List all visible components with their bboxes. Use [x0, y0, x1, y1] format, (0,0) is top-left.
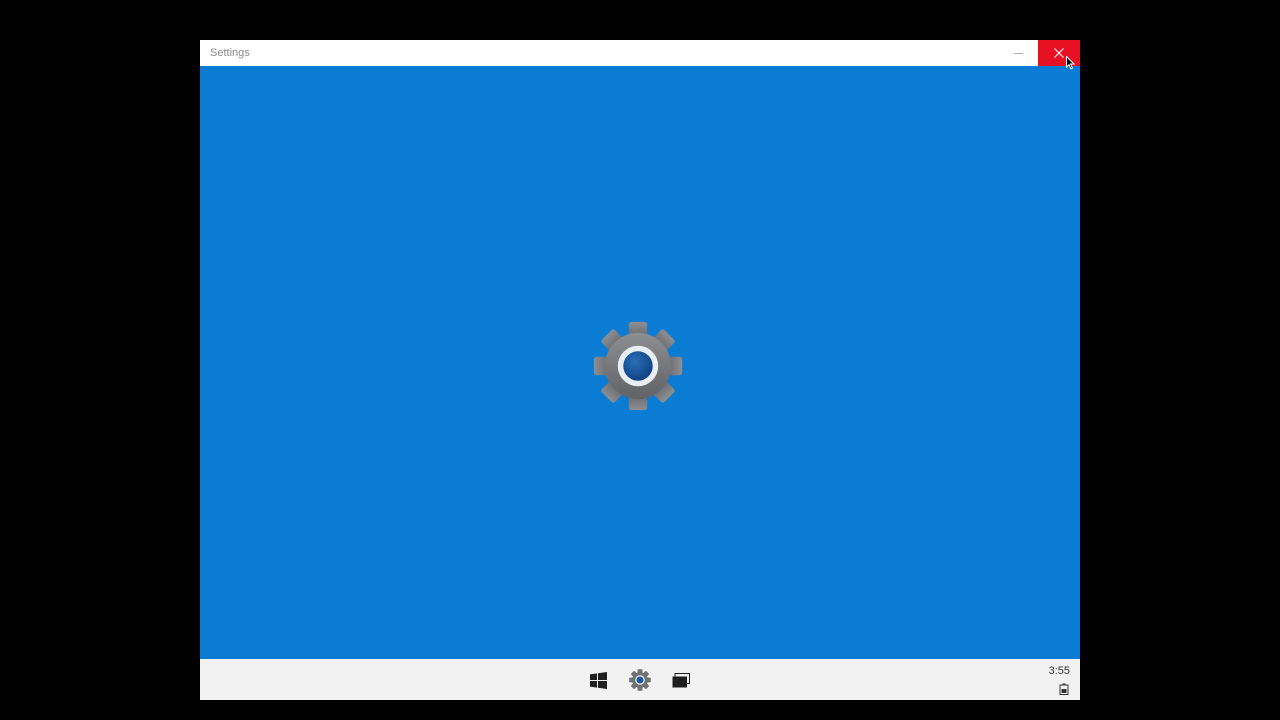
settings-taskbar-button[interactable]: [627, 667, 653, 693]
taskbar: 3:55: [200, 659, 1080, 700]
battery-icon[interactable]: [1059, 683, 1069, 695]
windows-start-icon: [589, 671, 607, 689]
close-icon: [1054, 48, 1064, 58]
gear-icon: [593, 321, 683, 411]
mouse-cursor-icon: [1066, 56, 1076, 70]
minimize-button[interactable]: [998, 40, 1038, 66]
task-view-icon: [672, 672, 690, 687]
device-screen: Settings 3:55: [200, 40, 1080, 700]
window-title: Settings: [210, 47, 250, 59]
minimize-icon: [1013, 52, 1023, 54]
settings-gear-icon: [629, 669, 651, 691]
title-bar[interactable]: Settings: [200, 40, 1080, 66]
splash-screen: [200, 66, 1080, 659]
start-button[interactable]: [585, 667, 611, 693]
system-clock[interactable]: 3:55: [1049, 665, 1070, 677]
task-view-button[interactable]: [668, 667, 694, 693]
